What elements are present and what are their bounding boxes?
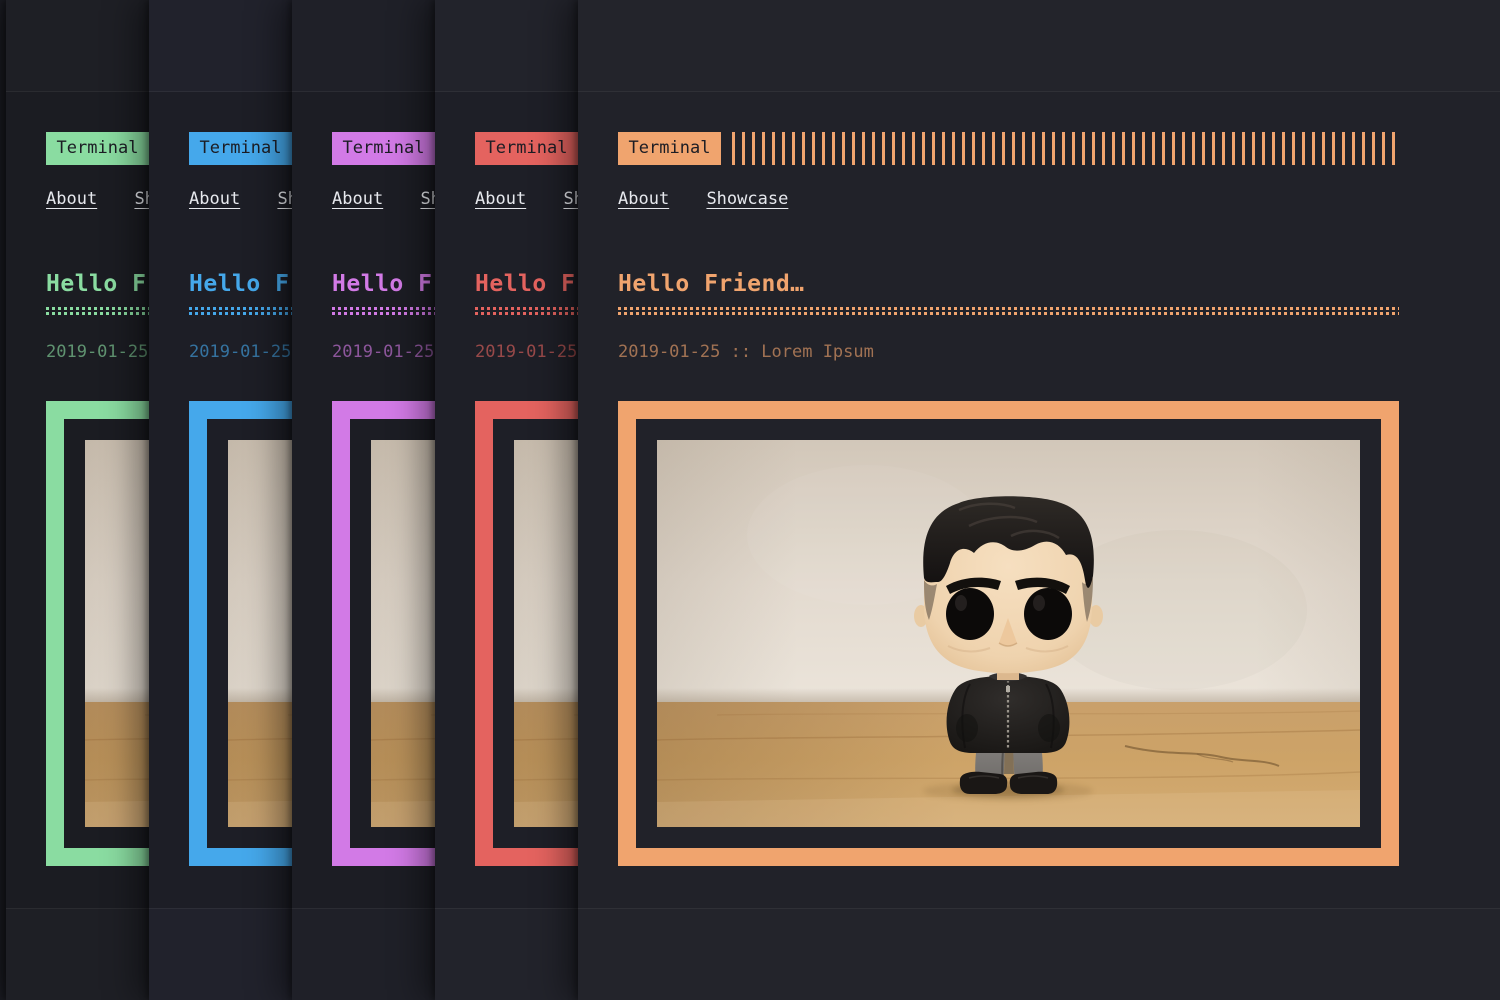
- header-decoration-bars: [732, 132, 1399, 165]
- terminal-logo-badge[interactable]: Terminal: [618, 132, 721, 165]
- nav-link-about[interactable]: About: [46, 189, 97, 209]
- post-meta: 2019-01-25 :: Lorem Ipsum: [618, 341, 1399, 363]
- terminal-logo-badge[interactable]: Terminal: [46, 132, 149, 165]
- page-container: Terminal About Showcase Hello Friend… 20…: [618, 132, 1399, 866]
- framed-image: [618, 401, 1399, 866]
- bottom-strip: [578, 908, 1500, 1000]
- post-title: Hello Friend…: [618, 272, 1399, 296]
- nav-link-about[interactable]: About: [332, 189, 383, 209]
- terminal-logo-badge[interactable]: Terminal: [189, 132, 292, 165]
- page-band: Terminal About Showcase Hello Friend… 20…: [578, 92, 1500, 908]
- site-nav: About Showcase: [618, 189, 1399, 210]
- terminal-logo-badge[interactable]: Terminal: [475, 132, 578, 165]
- post-title-divider: [618, 307, 1399, 315]
- nav-link-showcase[interactable]: Showcase: [706, 189, 788, 209]
- showcase-photo: [657, 440, 1360, 827]
- nav-link-about[interactable]: About: [189, 189, 240, 209]
- theme-panel-orange: Terminal About Showcase Hello Friend… 20…: [578, 0, 1500, 1000]
- nav-link-about[interactable]: About: [618, 189, 669, 209]
- nav-link-about[interactable]: About: [475, 189, 526, 209]
- site-header: Terminal: [618, 132, 1399, 165]
- top-strip: [578, 0, 1500, 92]
- theme-showcase-composite: Terminal About Showcase Hello Friend… 20…: [0, 0, 1500, 1000]
- terminal-logo-badge[interactable]: Terminal: [332, 132, 435, 165]
